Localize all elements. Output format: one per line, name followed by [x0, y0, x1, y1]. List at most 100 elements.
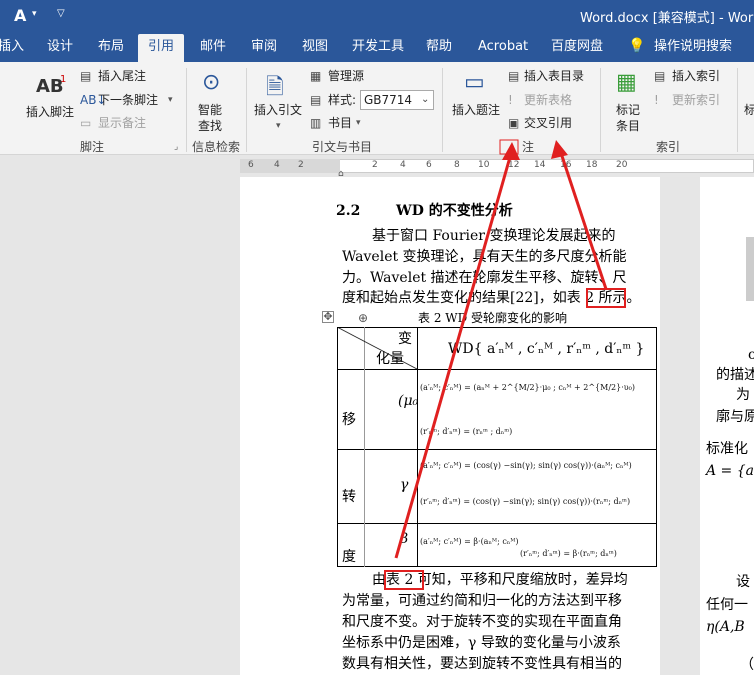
tab-baidu-netdisk[interactable]: 百度网盘: [551, 38, 603, 56]
formula-line: (a′ₙᴹ; c′ₙᴹ) = (cos(γ) −sin(γ); sin(γ) c…: [420, 461, 632, 470]
group-label-captions: 注: [522, 140, 535, 154]
group-separator: [246, 68, 247, 152]
window-title: Word.docx [兼容模式] - Wor: [580, 11, 754, 26]
formula-line: (r′ₙᵐ; d′ₙᵐ) = (rₙᵐ ; dₙᵐ): [420, 427, 513, 436]
group-separator: [600, 68, 601, 152]
dropdown-arrow-icon[interactable]: ▾: [32, 9, 37, 19]
insert-index-icon: ▤: [654, 69, 666, 83]
tab-insert[interactable]: 插入: [0, 38, 24, 56]
tab-view[interactable]: 视图: [302, 38, 328, 56]
cut-off-ribbon-label: 标: [744, 103, 754, 117]
document-area: 2.2 WD 的不变性分析 基于窗口 Fourier 变换理论发展起来的 Wav…: [0, 177, 754, 675]
group-label-index: 索引: [656, 140, 681, 154]
show-notes-icon: ▭: [80, 116, 92, 130]
next-footnote-label: 下一条脚注: [98, 93, 159, 107]
chevron-down-icon: ▾: [276, 121, 281, 131]
chevron-down-icon: ▾: [356, 118, 361, 128]
header-cell-top: 变: [398, 331, 412, 347]
dialog-launcher-icon[interactable]: ⌟: [174, 142, 178, 152]
ruler-tick: 2: [298, 160, 304, 170]
insert-caption-label: 插入题注: [452, 103, 501, 117]
superscript-1-icon: 1: [60, 74, 67, 85]
highlight-box-table-ref: [384, 570, 424, 590]
search-icon: ⊙: [202, 70, 221, 95]
smart-lookup-button[interactable]: ⊙ 智能 查找: [196, 70, 238, 134]
cross-reference-icon: ▣: [508, 116, 520, 130]
customize-toolbar-icon[interactable]: ▽: [57, 8, 65, 19]
heading-number: 2.2: [336, 203, 361, 219]
insert-column-icon[interactable]: ⊕: [358, 311, 368, 325]
header-wd-formula: WD{ a′ₙᴹ , c′ₙᴹ , r′ₙᵐ , d′ₙᵐ }: [448, 341, 645, 357]
ruler-tick: 8: [454, 160, 460, 170]
mark-entry-icon: ▦: [616, 70, 637, 95]
style-label: 样式:: [328, 93, 357, 107]
right-column-text: 标准化: [706, 441, 748, 457]
tell-me-search[interactable]: 操作说明搜索: [654, 38, 732, 56]
insert-table-of-figures-label: 插入表目录: [524, 69, 585, 83]
bibliography-icon: ▥: [310, 116, 322, 130]
lightbulb-icon[interactable]: 💡: [628, 38, 645, 54]
paragraph-line: 坐标系中仍是困难，γ 导致的变化量与小波系: [342, 635, 621, 651]
tab-review[interactable]: 审阅: [251, 38, 277, 56]
insert-index-label: 插入索引: [672, 69, 721, 83]
tab-design[interactable]: 设计: [47, 38, 73, 56]
ruler-tick: 14: [534, 160, 546, 170]
paragraph-line: 数具有相关性，要达到旋转不变性具有相当的: [342, 656, 622, 672]
paragraph-line: 和尺度不变。对于旋转不变的实现在平面直角: [342, 614, 622, 630]
tab-layout[interactable]: 布局: [98, 38, 124, 56]
insert-footnote-button[interactable]: AB 1 插入脚注: [22, 74, 78, 134]
ruler-tick: 12: [508, 160, 520, 170]
group-separator: [737, 68, 738, 152]
right-column-text: η(A,B: [706, 619, 745, 635]
ruler-tick: 2: [372, 160, 378, 170]
right-column-text: （: [740, 657, 754, 673]
highlight-box-table-ref: [586, 288, 626, 308]
manage-sources-label: 管理源: [328, 69, 365, 83]
table-move-handle-icon[interactable]: ✥: [322, 311, 334, 323]
ribbon-tabs: 插入 设计 布局 引用 邮件 审阅 视图 开发工具 帮助 Acrobat 百度网…: [0, 32, 754, 62]
horizontal-ruler[interactable]: 6 4 2 2 4 6 8 10 12 14 16 18 20 ⌂: [0, 155, 754, 179]
manage-sources-icon: ▦: [310, 69, 322, 83]
right-column-text: 为: [736, 387, 750, 403]
row-label: 转: [342, 489, 356, 505]
ruler-tick: 16: [560, 160, 572, 170]
tab-help[interactable]: 帮助: [426, 38, 452, 56]
smart-lookup-label-2: 查找: [198, 119, 223, 133]
caption-icon: ▭: [464, 70, 485, 95]
right-column-text: o: [748, 347, 754, 363]
group-label-citations: 引文与书目: [312, 140, 373, 154]
mark-entry-label-2: 条目: [616, 119, 641, 133]
right-column-text: 设: [736, 574, 750, 590]
table-caption: 表 2 WD 受轮廓变化的影响: [418, 311, 568, 325]
insert-caption-button[interactable]: ▭ 插入题注: [450, 70, 504, 134]
tab-mailings[interactable]: 邮件: [200, 38, 226, 56]
formula-line: (r′ₙᵐ; d′ₙᵐ) = (cos(γ) −sin(γ); sin(γ) c…: [420, 497, 631, 506]
group-separator: [186, 68, 187, 152]
ruler-tick: 4: [274, 160, 280, 170]
update-index-label: 更新索引: [672, 93, 721, 107]
chevron-down-icon: ▾: [168, 95, 173, 105]
mark-entry-button[interactable]: ▦ 标记 条目: [608, 70, 648, 134]
row-symbol: γ: [400, 477, 409, 493]
scrollbar-thumb[interactable]: [746, 237, 754, 301]
formula-line: (r′ₙᵐ; d′ₙᵐ) = β·(rₙᵐ; dₙᵐ): [520, 549, 617, 558]
endnote-icon: ▤: [80, 69, 92, 83]
cross-reference-label: 交叉引用: [524, 116, 573, 130]
tab-acrobat[interactable]: Acrobat: [478, 38, 528, 56]
group-label-footnotes: 脚注: [80, 140, 105, 154]
group-separator: [442, 68, 443, 152]
table-of-figures-icon: ▤: [508, 69, 520, 83]
insert-citation-button[interactable]: 🗎 插入引文 ▾: [252, 70, 306, 134]
insert-footnote-label: 插入脚注: [26, 105, 75, 119]
header-cell-bottom: 化量: [376, 351, 404, 367]
paragraph-line: 基于窗口 Fourier 变换理论发展起来的: [372, 228, 616, 244]
font-color-icon[interactable]: A: [14, 6, 26, 25]
paragraph-line: Wavelet 变换理论，具有天生的多尺度分析能: [342, 249, 627, 265]
group-label-research: 信息检索: [192, 140, 241, 154]
tab-developer[interactable]: 开发工具: [352, 38, 404, 56]
table-column-divider: [417, 327, 418, 567]
row-symbol: β: [400, 531, 409, 547]
tab-references[interactable]: 引用: [138, 34, 185, 62]
style-select[interactable]: GB7714 ⌄: [360, 90, 434, 110]
paragraph-line: 力。Wavelet 描述在轮廓发生平移、旋转、尺: [342, 270, 627, 286]
